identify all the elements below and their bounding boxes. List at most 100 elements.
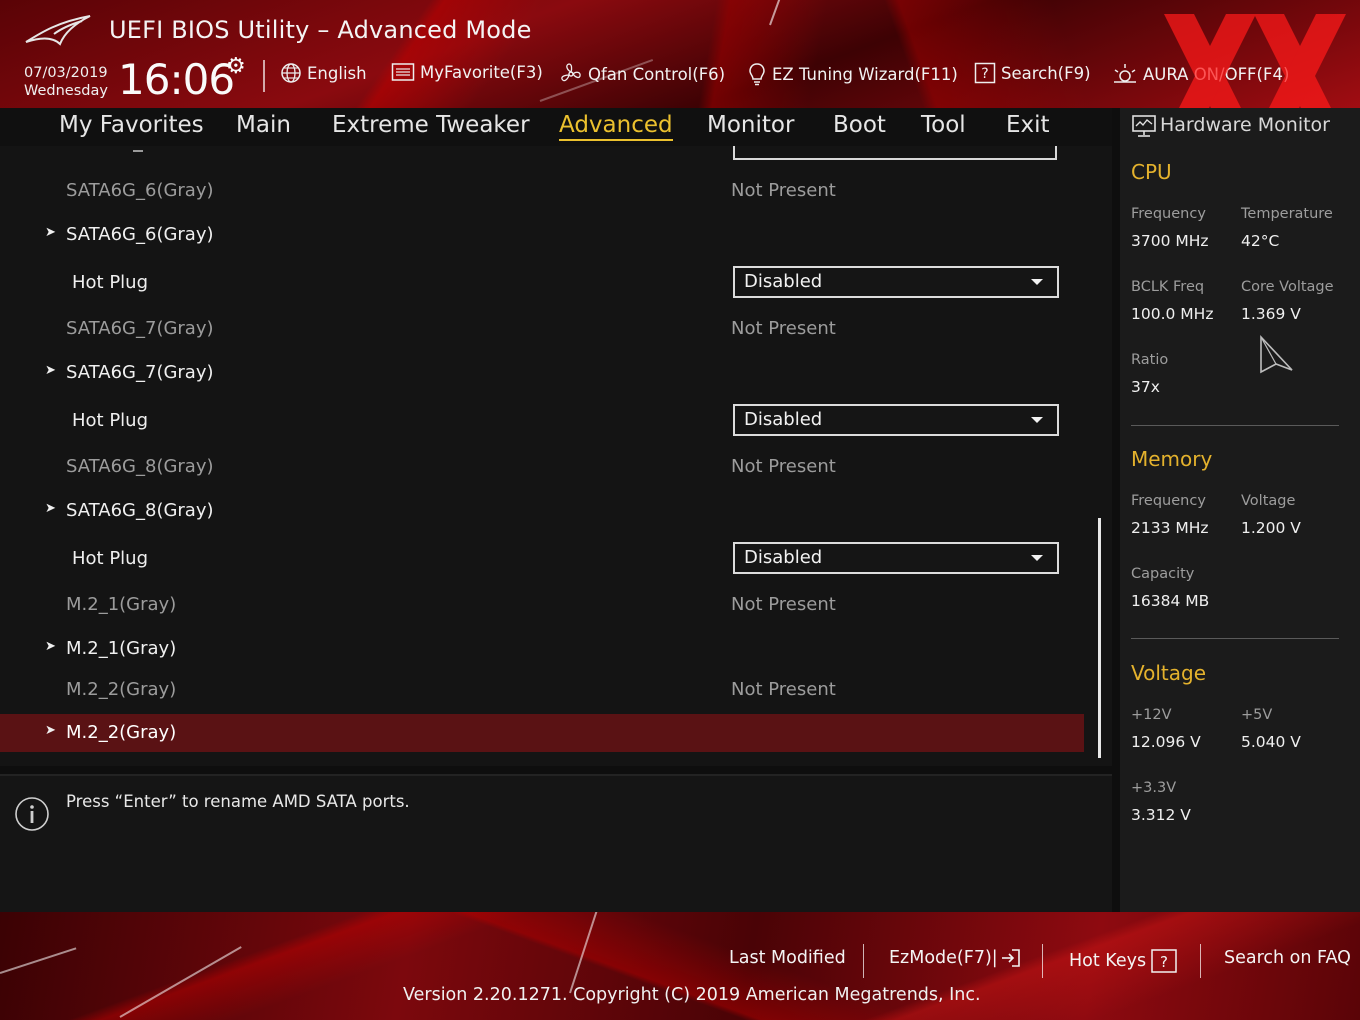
ezmode-label: EzMode(F7)| xyxy=(889,948,998,968)
submenu-item[interactable]: ➤ M.2_1(Gray) xyxy=(0,630,1084,668)
submenu-item[interactable]: ➤ SATA6G_6(Gray) xyxy=(0,216,1084,254)
clipped-row-remnant xyxy=(133,146,143,152)
list-scrollbar[interactable] xyxy=(1098,518,1101,758)
date-value: 07/03/2019 xyxy=(24,65,108,81)
item-value: Not Present xyxy=(731,318,836,339)
decor-slash xyxy=(0,947,77,974)
qfan-control-button[interactable]: Qfan Control(F6) xyxy=(559,62,725,86)
decor-slash xyxy=(119,946,242,1018)
item-label: SATA6G_6(Gray) xyxy=(66,180,214,201)
item-value: Not Present xyxy=(731,180,836,201)
hot-keys-label: Hot Keys xyxy=(1069,951,1147,971)
app-title: UEFI BIOS Utility – Advanced Mode xyxy=(109,16,532,44)
qfan-control-label: Qfan Control(F6) xyxy=(588,64,726,84)
memory-voltage-label: Voltage xyxy=(1241,493,1296,509)
tab-monitor[interactable]: Monitor xyxy=(707,112,794,138)
item-label: M.2_2(Gray) xyxy=(66,679,177,700)
exit-arrow-icon xyxy=(1001,949,1020,967)
section-divider xyxy=(1131,638,1339,639)
cpu-temperature-label: Temperature xyxy=(1241,206,1333,222)
hot-plug-dropdown[interactable]: Disabled xyxy=(733,266,1059,298)
help-text: Press “Enter” to rename AMD SATA ports. xyxy=(66,792,410,811)
myfavorite-button[interactable]: MyFavorite(F3) xyxy=(391,62,543,82)
footer-separator xyxy=(1200,944,1201,978)
memory-frequency-value: 2133 MHz xyxy=(1131,519,1209,537)
settings-list: SATA6G_6(Gray) Not Present ➤ SATA6G_6(Gr… xyxy=(0,146,1112,766)
dropdown-value: Disabled xyxy=(744,409,823,430)
cpu-frequency-label: Frequency xyxy=(1131,206,1206,222)
main-nav: My Favorites Main Extreme Tweaker Advanc… xyxy=(0,108,1112,146)
bclk-value: 100.0 MHz xyxy=(1131,305,1214,323)
item-label: M.2_2(Gray) xyxy=(66,722,177,743)
item-label: Hot Plug xyxy=(72,410,149,431)
header-separator xyxy=(263,60,265,92)
lightbulb-icon xyxy=(749,63,765,86)
core-voltage-label: Core Voltage xyxy=(1241,279,1334,295)
ez-tuning-wizard-button[interactable]: EZ Tuning Wizard(F11) xyxy=(747,62,958,86)
tab-boot[interactable]: Boot xyxy=(833,112,886,138)
submenu-arrow-icon: ➤ xyxy=(45,639,56,654)
fan-icon xyxy=(561,63,581,82)
list-item: SATA6G_7(Gray) Not Present xyxy=(0,310,1084,348)
clipped-dropdown[interactable] xyxy=(733,146,1057,160)
section-divider xyxy=(1131,425,1339,426)
aura-toggle-button[interactable]: AURA ON/OFF(F4) xyxy=(1112,62,1289,86)
hot-plug-dropdown[interactable]: Disabled xyxy=(733,404,1059,436)
search-faq-button[interactable]: Search on FAQ xyxy=(1224,948,1351,968)
hardware-monitor-panel: Hardware Monitor CPU Frequency Temperatu… xyxy=(1120,108,1360,912)
list-item: SATA6G_6(Gray) Not Present xyxy=(0,172,1084,210)
hot-plug-dropdown[interactable]: Disabled xyxy=(733,542,1059,574)
globe-icon xyxy=(281,63,301,83)
cpu-temperature-value: 42°C xyxy=(1241,232,1280,250)
tab-main[interactable]: Main xyxy=(236,112,291,138)
item-label: M.2_1(Gray) xyxy=(66,638,177,659)
footer-separator xyxy=(863,944,864,978)
list-item: M.2_1(Gray) Not Present xyxy=(0,586,1084,624)
ezmode-button[interactable]: EzMode(F7)| xyxy=(889,948,1022,968)
cpu-heading: CPU xyxy=(1131,160,1172,184)
v5-value: 5.040 V xyxy=(1241,733,1301,751)
memory-heading: Memory xyxy=(1131,447,1213,471)
cpu-frequency-value: 3700 MHz xyxy=(1131,232,1209,250)
option-item: Hot Plug Disabled xyxy=(0,540,1084,578)
submenu-item[interactable]: ➤ SATA6G_8(Gray) xyxy=(0,492,1084,530)
clock-settings-icon[interactable]: ⚙ xyxy=(226,54,246,79)
item-label: M.2_1(Gray) xyxy=(66,594,177,615)
tab-tool[interactable]: Tool xyxy=(921,112,966,138)
version-text: Version 2.20.1271. Copyright (C) 2019 Am… xyxy=(403,985,981,1005)
bottom-footer: Last Modified EzMode(F7)| Hot Keys ? Sea… xyxy=(0,912,1360,1020)
v12-label: +12V xyxy=(1131,707,1172,723)
decor-slash xyxy=(769,0,816,26)
clock-display[interactable]: 16:06 xyxy=(118,55,235,104)
tab-advanced[interactable]: Advanced xyxy=(559,112,673,141)
submenu-item[interactable]: ➤ SATA6G_7(Gray) xyxy=(0,354,1084,392)
tab-extreme-tweaker[interactable]: Extreme Tweaker xyxy=(332,112,530,138)
tab-exit[interactable]: Exit xyxy=(1006,112,1050,138)
ez-tuning-wizard-label: EZ Tuning Wizard(F11) xyxy=(772,64,958,84)
language-button[interactable]: English xyxy=(280,62,367,84)
voltage-heading: Voltage xyxy=(1131,661,1207,685)
search-button[interactable]: ? Search(F9) xyxy=(974,62,1091,84)
help-search-icon: ? xyxy=(974,62,996,84)
ratio-value: 37x xyxy=(1131,378,1160,396)
last-modified-button[interactable]: Last Modified xyxy=(729,948,846,968)
search-label: Search(F9) xyxy=(1001,63,1091,83)
tab-my-favorites[interactable]: My Favorites xyxy=(59,112,204,138)
list-item: SATA6G_8(Gray) Not Present xyxy=(0,448,1084,486)
v33-label: +3.3V xyxy=(1131,780,1177,796)
submenu-arrow-icon: ➤ xyxy=(45,363,56,378)
submenu-item-selected[interactable]: ➤ M.2_2(Gray) xyxy=(0,714,1084,752)
list-item: M.2_2(Gray) Not Present xyxy=(0,671,1084,709)
hot-keys-button[interactable]: Hot Keys ? xyxy=(1069,948,1178,974)
language-label: English xyxy=(307,63,367,83)
help-icon: ? xyxy=(1151,949,1177,973)
item-value: Not Present xyxy=(731,679,836,700)
caret-down-icon xyxy=(1031,279,1043,285)
submenu-arrow-icon: ➤ xyxy=(45,225,56,240)
ratio-label: Ratio xyxy=(1131,352,1169,368)
item-label: Hot Plug xyxy=(72,272,149,293)
item-label: SATA6G_7(Gray) xyxy=(66,362,214,383)
core-voltage-value: 1.369 V xyxy=(1241,305,1301,323)
top-header: UEFI BIOS Utility – Advanced Mode 07/03/… xyxy=(0,0,1360,108)
item-label: SATA6G_6(Gray) xyxy=(66,224,214,245)
